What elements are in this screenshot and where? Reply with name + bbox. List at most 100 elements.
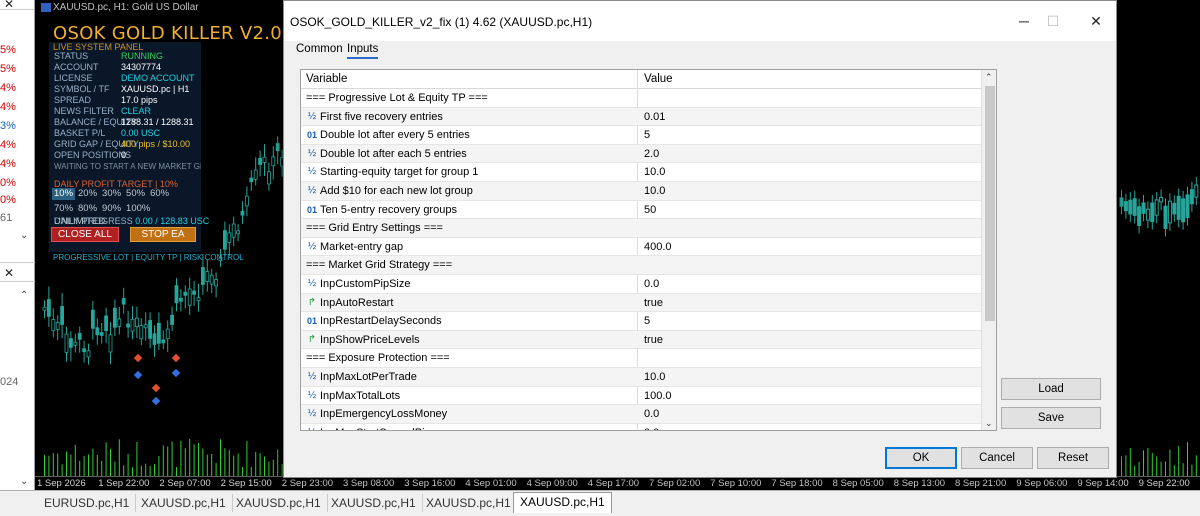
param-value[interactable]: true — [644, 297, 663, 309]
param-row[interactable]: ↱ InpShowPriceLevels true — [301, 330, 981, 350]
panel-row-account: ACCOUNT 34307774 — [49, 62, 201, 73]
param-value[interactable]: 0.01 — [644, 111, 665, 123]
column-variable[interactable]: Variable — [306, 73, 347, 85]
left-value: 0% — [0, 194, 16, 206]
close-icon[interactable]: ✕ — [4, 266, 14, 280]
minimize-icon[interactable]: ─ — [1009, 11, 1039, 31]
param-value[interactable]: 10.0 — [644, 166, 665, 178]
candle-body — [157, 322, 161, 344]
panel-row-balance: BALANCE / EQUITY 1288.31 / 1288.31 — [49, 117, 201, 128]
candle-body — [73, 341, 78, 346]
time-axis: 1 Sep 2026 1 Sep 22:00 2 Sep 07:00 2 Sep 15… — [35, 476, 1200, 490]
chart-tab[interactable]: XAUUSD.pc,H1 — [325, 494, 423, 512]
param-row[interactable]: 01 Ten 5-entry recovery groups 50 — [301, 201, 981, 220]
left-value: 0% — [0, 177, 16, 189]
param-value[interactable]: 0.0 — [644, 408, 659, 420]
param-value[interactable]: 10.0 — [644, 185, 665, 197]
param-value[interactable]: 100.0 — [644, 390, 672, 402]
param-row[interactable]: 01 Double lot after every 5 entries 5 — [301, 126, 981, 145]
tab-inputs[interactable]: Inputs — [347, 43, 379, 59]
int-type-icon: 01 — [306, 316, 317, 327]
cancel-button[interactable]: Cancel — [961, 447, 1033, 469]
stop-ea-button[interactable]: STOP EA — [130, 227, 196, 242]
candle-body — [1159, 196, 1164, 203]
panel-row-spread: SPREAD 17.0 pips — [49, 95, 201, 106]
target-30-button[interactable]: 30% — [100, 188, 123, 200]
ok-button[interactable]: OK — [885, 447, 957, 469]
param-row[interactable]: ↱ InpAutoRestart true — [301, 293, 981, 313]
section-header-row[interactable]: === Progressive Lot & Equity TP === — [301, 89, 981, 108]
row-value: 17.0 pips — [121, 95, 158, 105]
param-value[interactable]: 10.0 — [644, 371, 665, 383]
param-row[interactable]: ½ Add $10 for each new lot group 10.0 — [301, 181, 981, 201]
chart-tab[interactable]: XAUUSD.pc,H1 — [420, 494, 518, 512]
target-90-button[interactable]: 90% — [100, 203, 123, 215]
row-label: SPREAD — [54, 95, 92, 105]
scroll-down-icon[interactable]: ⌄ — [20, 230, 28, 241]
chart-tab[interactable]: EURUSD.pc,H1 — [38, 494, 137, 512]
section-header-row[interactable]: === Grid Entry Settings === — [301, 219, 981, 238]
dialog-titlebar[interactable]: OSOK_GOLD_KILLER_v2_fix (1) 4.62 (XAUUSD… — [284, 1, 1116, 41]
close-icon[interactable]: ✕ — [4, 0, 14, 11]
candle-body — [135, 317, 139, 327]
param-row[interactable]: ½ InpEmergencyLossMoney 0.0 — [301, 405, 981, 424]
param-name: Ten 5-entry recovery groups — [320, 203, 457, 216]
target-100-button[interactable]: 100% — [124, 203, 152, 215]
chart-tab[interactable]: XAUUSD.pc,H1 — [513, 492, 612, 513]
param-value[interactable]: 2.0 — [644, 148, 659, 160]
candle-body — [99, 332, 104, 336]
candle-body — [143, 324, 148, 329]
candle-body — [266, 171, 271, 185]
param-value[interactable]: 5 — [644, 315, 650, 327]
load-button[interactable]: Load — [1001, 378, 1101, 400]
target-10-button[interactable]: 10% — [52, 188, 76, 200]
param-value[interactable]: true — [644, 334, 663, 346]
param-row[interactable]: ½ InpMaxTotalLots 100.0 — [301, 387, 981, 406]
scroll-up-icon[interactable]: ⌃ — [20, 290, 28, 301]
target-20-button[interactable]: 20% — [76, 188, 99, 200]
param-rows: === Progressive Lot & Equity TP === ½ Firs… — [301, 89, 981, 430]
scroll-down-icon[interactable]: ⌄ — [985, 418, 993, 429]
scroll-up-icon[interactable]: ⌃ — [985, 72, 993, 83]
time-tick-label: 4 Sep 09:00 — [526, 478, 578, 489]
grid-scrollbar[interactable]: ⌃ ⌄ — [981, 70, 996, 430]
target-70-button[interactable]: 70% — [52, 203, 75, 215]
section-header-row[interactable]: === Exposure Protection === — [301, 349, 981, 368]
param-name: InpEmergencyLossMoney — [320, 408, 448, 421]
chart-tab[interactable]: XAUUSD.pc,H1 — [135, 494, 233, 512]
chart-tab[interactable]: XAUUSD.pc,H1 — [230, 494, 328, 512]
candle-body — [205, 271, 210, 283]
section-header-row[interactable]: === Market Grid Strategy === — [301, 256, 981, 275]
tab-common[interactable]: Common — [296, 43, 343, 55]
param-row[interactable]: ½ First five recovery entries 0.01 — [301, 107, 981, 127]
param-row[interactable]: 01 InpRestartDelaySeconds 5 — [301, 312, 981, 331]
reset-button[interactable]: Reset — [1037, 447, 1109, 469]
param-row[interactable]: ½ Market-entry gap 400.0 — [301, 238, 981, 257]
param-value[interactable]: 5 — [644, 129, 650, 141]
target-80-button[interactable]: 80% — [76, 203, 99, 215]
candle-body — [192, 290, 197, 295]
row-value: DEMO ACCOUNT — [121, 73, 195, 83]
param-value[interactable]: 50 — [644, 204, 656, 216]
param-value[interactable]: 0.0 — [644, 427, 659, 430]
close-all-button[interactable]: CLOSE ALL — [51, 227, 119, 242]
int-type-icon: 01 — [306, 130, 317, 141]
scroll-thumb[interactable] — [985, 86, 995, 321]
param-row[interactable]: ½ Double lot after each 5 entries 2.0 — [301, 144, 981, 164]
column-value[interactable]: Value — [644, 73, 673, 85]
candle-body — [214, 279, 219, 287]
param-value[interactable]: 0.0 — [644, 278, 659, 290]
param-row[interactable]: ½ InpMaxLotPerTrade 10.0 — [301, 367, 981, 387]
param-row[interactable]: ½ Starting-equity target for group 1 10.0 — [301, 163, 981, 182]
target-50-button[interactable]: 50% — [124, 188, 147, 200]
save-button[interactable]: Save — [1001, 407, 1101, 429]
double-type-icon: ½ — [307, 184, 317, 196]
candle-body — [174, 285, 179, 304]
scroll-down-icon[interactable]: ⌄ — [20, 476, 28, 487]
target-60-button[interactable]: 60% — [148, 188, 171, 200]
close-icon[interactable]: ✕ — [1081, 11, 1111, 31]
param-row[interactable]: ½ InpCustomPipSize 0.0 — [301, 275, 981, 294]
candle-body — [91, 309, 95, 329]
param-value[interactable]: 400.0 — [644, 241, 672, 253]
param-row[interactable]: ½InpMaxStartSpreadPips 0.0 — [301, 424, 981, 430]
